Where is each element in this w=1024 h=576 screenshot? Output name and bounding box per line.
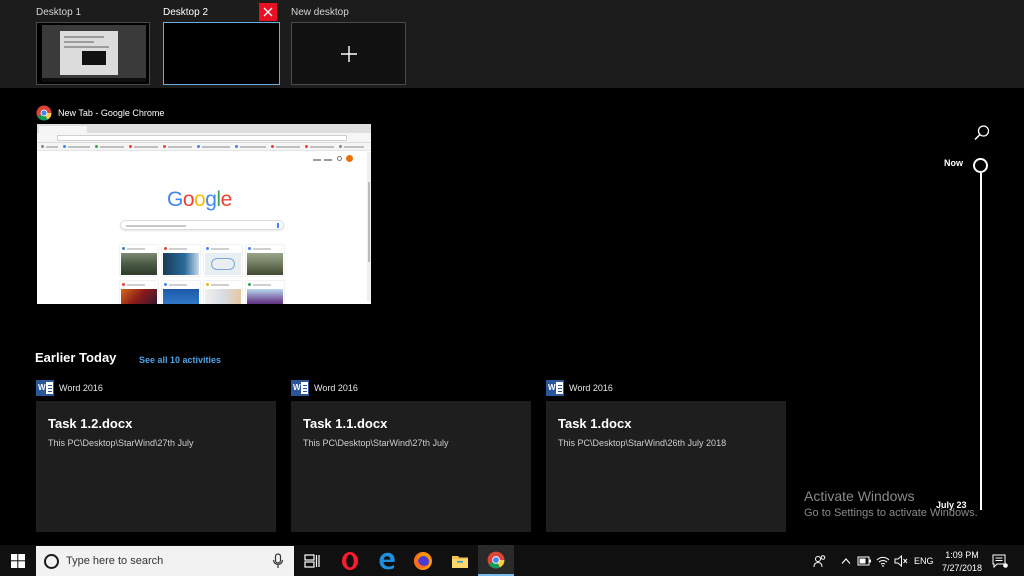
activity-app-name: Word 2016 [569,383,613,393]
word-icon: W [36,380,54,396]
watermark-title: Activate Windows [804,488,915,504]
chrome-window-thumbnail[interactable]: Google [37,124,371,304]
activity-card[interactable]: Task 1.docx This PC\Desktop\StarWind\26t… [546,401,786,532]
desktop-1-thumbnail[interactable] [36,22,150,85]
microphone-icon[interactable] [272,553,284,569]
word-icon: W [546,380,564,396]
most-visited-tile [246,245,284,276]
search-placeholder: Type here to search [66,555,164,567]
battery-icon [857,556,871,565]
desktop-1-label: Desktop 1 [36,7,82,18]
wifi-icon [876,556,890,567]
close-icon [263,7,273,17]
activity-card[interactable]: Task 1.2.docx This PC\Desktop\StarWind\2… [36,401,276,532]
watermark-subtitle: Go to Settings to activate Windows. [804,507,978,519]
most-visited-tile [204,281,242,304]
clock-time: 1:09 PM [945,550,979,560]
volume-button[interactable] [893,545,909,576]
activity-app-header: W Word 2016 [36,379,103,397]
activity-path: This PC\Desktop\StarWind\27th July [303,438,449,448]
desktop-2-thumbnail[interactable] [163,22,280,85]
bookmarks-bar-preview [37,143,371,151]
close-desktop-button[interactable] [259,3,277,21]
people-icon [813,554,826,567]
chrome-icon [487,551,505,568]
network-button[interactable] [875,545,891,576]
cortana-icon [44,554,59,569]
input-language-indicator[interactable]: ENG [914,556,934,566]
taskbar-file-explorer[interactable] [442,545,478,576]
most-visited-tile [204,245,242,276]
plus-icon [340,45,357,62]
people-button[interactable] [811,545,829,576]
taskbar-chrome[interactable] [478,545,514,576]
window-title-bar[interactable]: New Tab - Google Chrome [36,104,164,122]
most-visited-tile [162,245,200,276]
activity-app-header: W Word 2016 [546,379,613,397]
see-all-activities-link[interactable]: See all 10 activities [139,355,221,365]
activity-card[interactable]: Task 1.1.docx This PC\Desktop\StarWind\2… [291,401,531,532]
windows-logo-icon [11,553,25,568]
task-view-button[interactable] [294,545,330,576]
activity-title: Task 1.1.docx [303,416,388,431]
taskbar-edge[interactable] [369,545,405,576]
battery-button[interactable] [856,545,872,576]
desktop-2-label: Desktop 2 [163,7,209,18]
firefox-icon [414,551,432,570]
taskbar-search-box[interactable]: Type here to search [36,546,294,576]
virtual-desktops-bar: Desktop 1 Desktop 2 New desktop [0,0,1024,88]
window-title: New Tab - Google Chrome [58,108,165,118]
activate-windows-watermark: Activate Windows Go to Settings to activ… [804,488,978,519]
new-desktop-label: New desktop [291,7,349,18]
activity-app-header: W Word 2016 [291,379,358,397]
google-search-box-preview [120,220,284,230]
most-visited-tile [162,281,200,304]
action-center-button[interactable] [990,545,1010,576]
clock[interactable]: 1:09 PM 7/27/2018 [940,549,984,575]
timeline-now-label: Now [944,158,963,168]
opera-icon [342,551,358,570]
volume-muted-icon [894,554,908,567]
most-visited-tile [120,281,158,304]
chevron-up-icon [841,557,851,564]
start-button[interactable] [0,545,36,576]
google-logo: Google [167,188,232,211]
desktop-1-window-preview [42,25,146,82]
new-desktop-button[interactable] [291,22,406,85]
action-center-icon [992,554,1008,568]
taskbar-firefox[interactable] [405,545,441,576]
show-hidden-icons-button[interactable] [839,545,853,576]
timeline-scrubber-handle[interactable] [973,158,988,173]
word-icon: W [291,380,309,396]
activity-path: This PC\Desktop\StarWind\26th July 2018 [558,438,727,448]
edge-icon [379,552,395,569]
most-visited-tile [120,245,158,276]
activity-app-name: Word 2016 [314,383,358,393]
task-view-icon [304,553,320,568]
taskbar: Type here to search ENG 1:09 PM 7/27/201… [0,545,1024,576]
most-visited-tile [246,281,284,304]
timeline-scrubber-track[interactable] [980,173,982,510]
activity-title: Task 1.docx [558,416,632,431]
file-explorer-icon [452,555,468,568]
timeline-search-button[interactable] [973,124,991,142]
search-icon [974,125,990,141]
activity-title: Task 1.2.docx [48,416,133,431]
activity-path: This PC\Desktop\StarWind\27th July [48,438,194,448]
timeline-section-heading: Earlier Today [35,350,117,365]
activity-app-name: Word 2016 [59,383,103,393]
chrome-icon [36,105,52,121]
clock-date: 7/27/2018 [941,563,983,573]
taskbar-opera[interactable] [332,545,368,576]
